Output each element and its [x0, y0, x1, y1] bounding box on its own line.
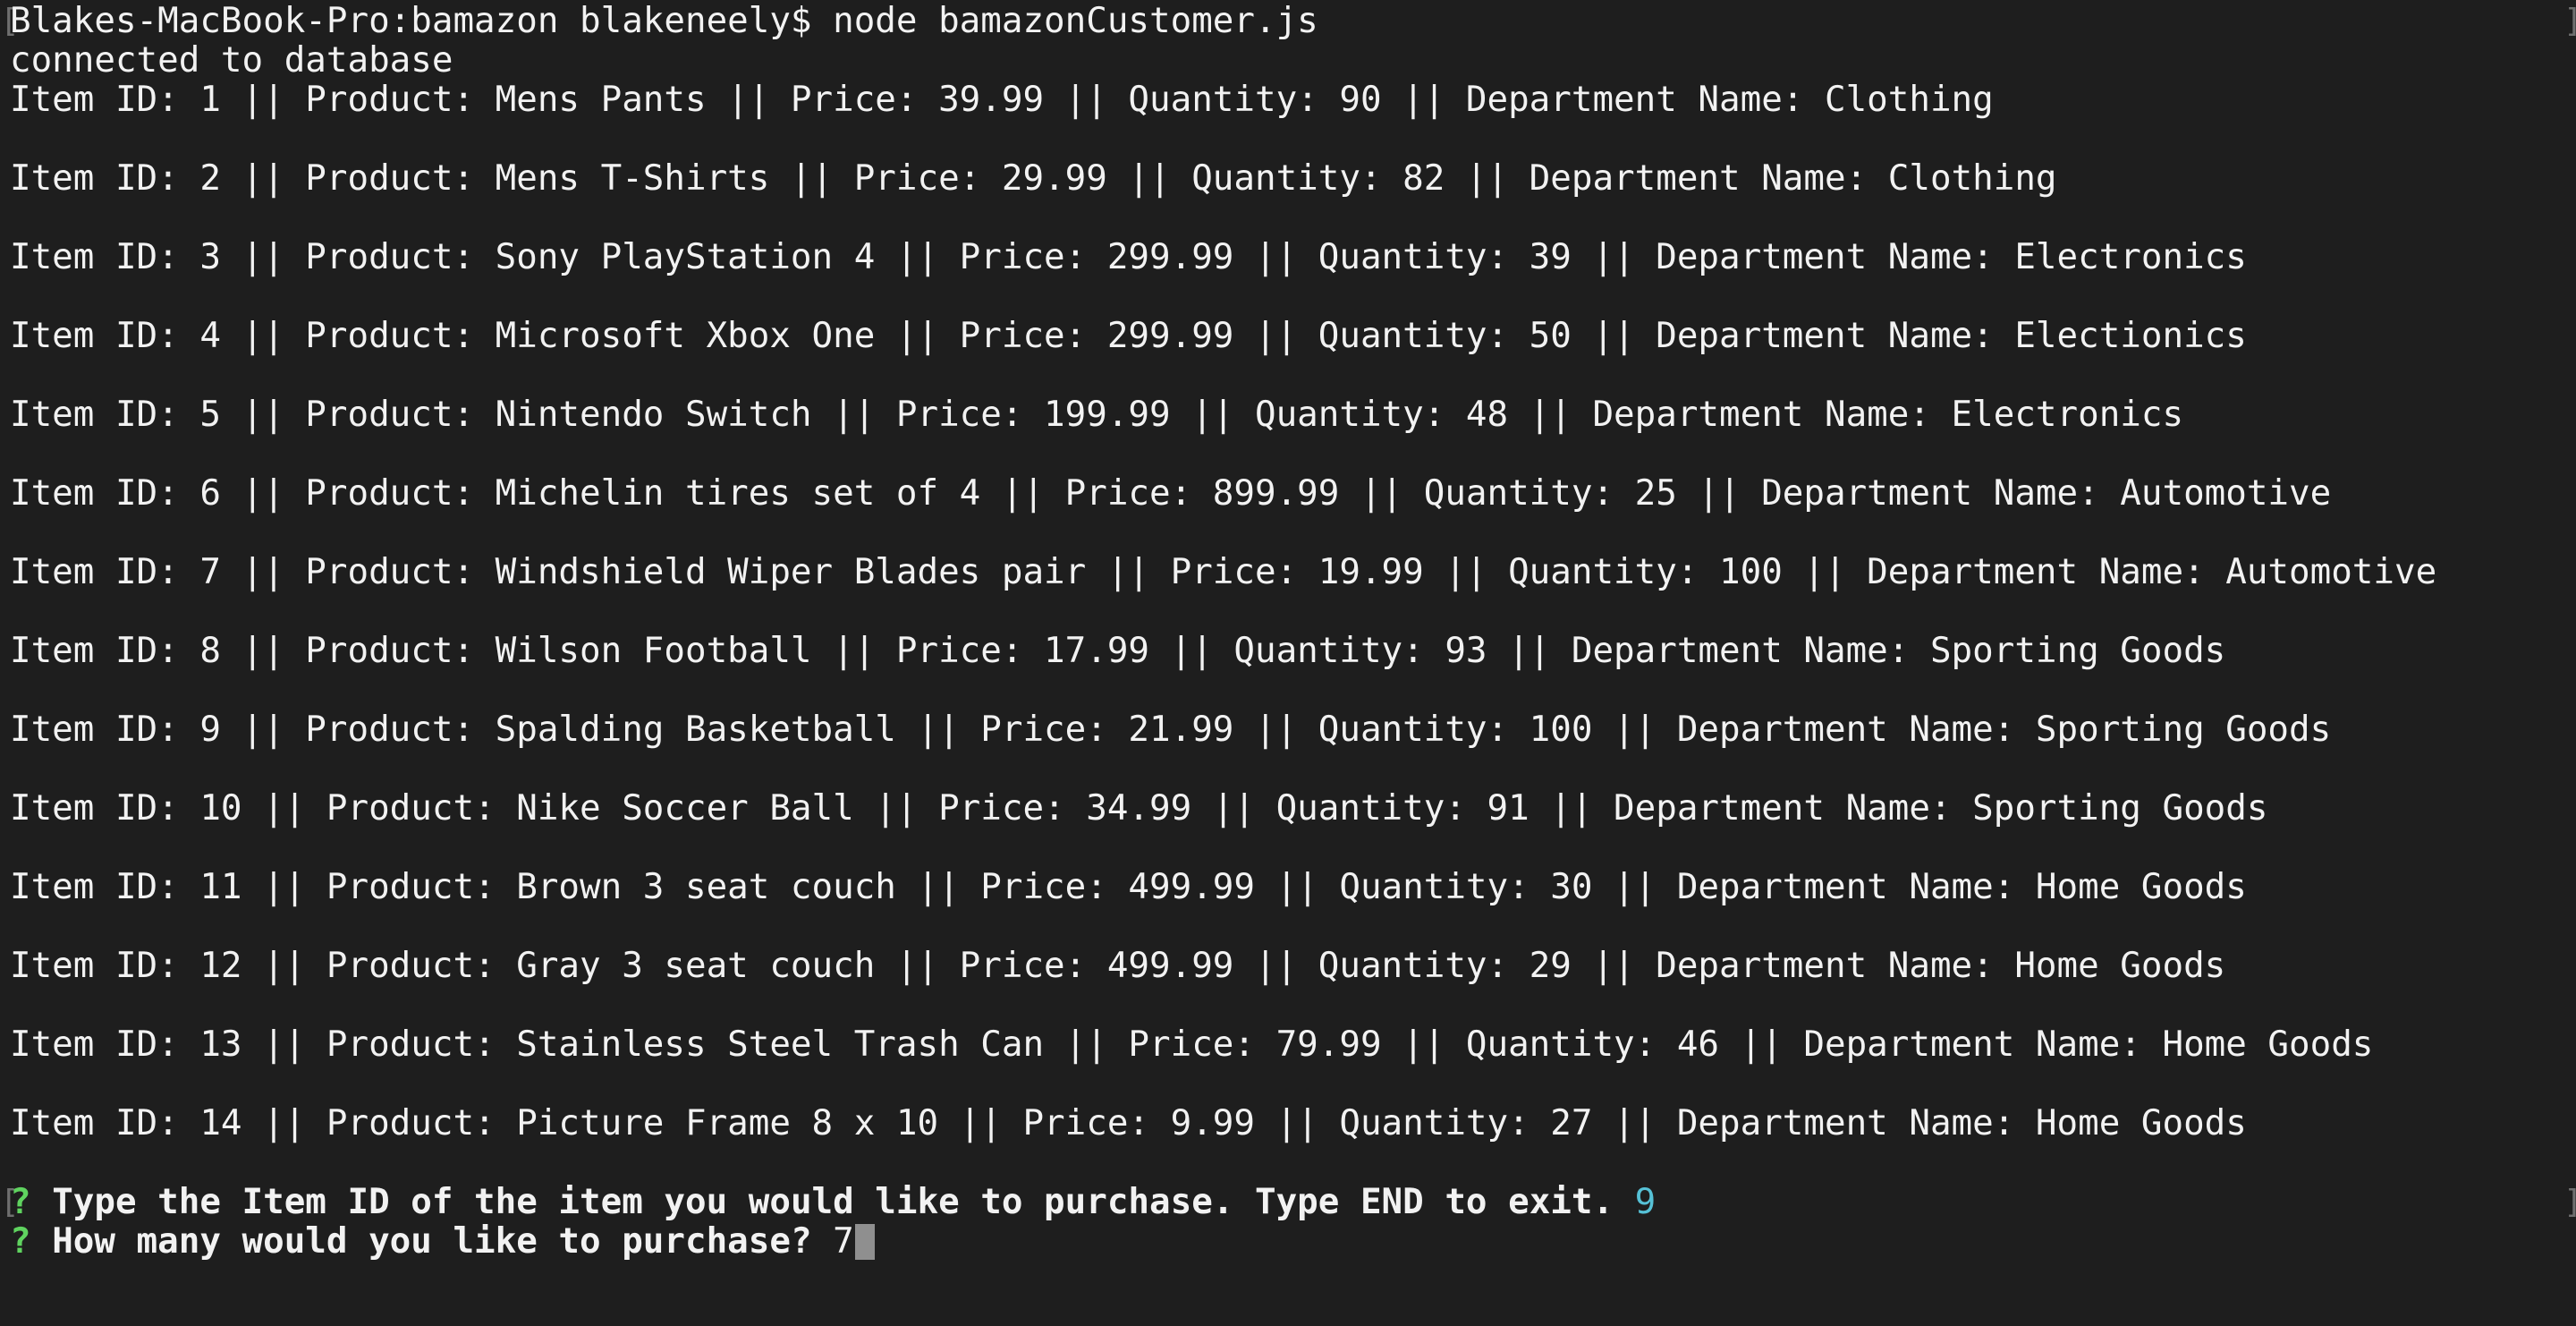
list-item: Item ID: 8 || Product: Wilson Football |…	[10, 631, 2226, 671]
list-item: Item ID: 7 || Product: Windshield Wiper …	[10, 552, 2437, 592]
prompt-answer[interactable]: 7	[833, 1221, 854, 1262]
prompt-marker: ?	[10, 1221, 31, 1262]
prompt-question: How many would you like to purchase?	[52, 1221, 812, 1262]
prompt-quantity[interactable]: ? How many would you like to purchase? 7	[10, 1222, 875, 1262]
list-item: Item ID: 5 || Product: Nintendo Switch |…	[10, 395, 2184, 435]
list-item: Item ID: 6 || Product: Michelin tires se…	[10, 473, 2332, 514]
list-item: Item ID: 14 || Product: Picture Frame 8 …	[10, 1103, 2247, 1143]
text-cursor	[854, 1224, 875, 1260]
list-item: Item ID: 11 || Product: Brown 3 seat cou…	[10, 867, 2247, 907]
list-item: Item ID: 4 || Product: Microsoft Xbox On…	[10, 316, 2247, 356]
list-item: Item ID: 1 || Product: Mens Pants || Pri…	[10, 80, 1994, 120]
list-item: Item ID: 9 || Product: Spalding Basketba…	[10, 710, 2332, 750]
prompt-marker: ?	[10, 1182, 31, 1222]
list-item: Item ID: 13 || Product: Stainless Steel …	[10, 1024, 2374, 1065]
mark-bracket-right: ]	[2563, 1183, 2576, 1222]
status-line: connected to database	[10, 40, 453, 81]
prompt-answer: 9	[1634, 1182, 1657, 1222]
prompt-question: Type the Item ID of the item you would l…	[52, 1182, 1614, 1222]
command-line: Blakes-MacBook-Pro:bamazon blakeneely$ n…	[10, 1, 1318, 41]
list-item: Item ID: 10 || Product: Nike Soccer Ball…	[10, 788, 2268, 829]
list-item: Item ID: 12 || Product: Gray 3 seat couc…	[10, 946, 2226, 986]
list-item: Item ID: 3 || Product: Sony PlayStation …	[10, 237, 2247, 277]
list-item: Item ID: 2 || Product: Mens T-Shirts || …	[10, 158, 2057, 199]
prompt-item-id: ? Type the Item ID of the item you would…	[10, 1183, 1656, 1222]
mark-bracket-right: ]	[2563, 2, 2576, 41]
terminal-window[interactable]: [ Blakes-MacBook-Pro:bamazon blakeneely$…	[0, 0, 2576, 1326]
